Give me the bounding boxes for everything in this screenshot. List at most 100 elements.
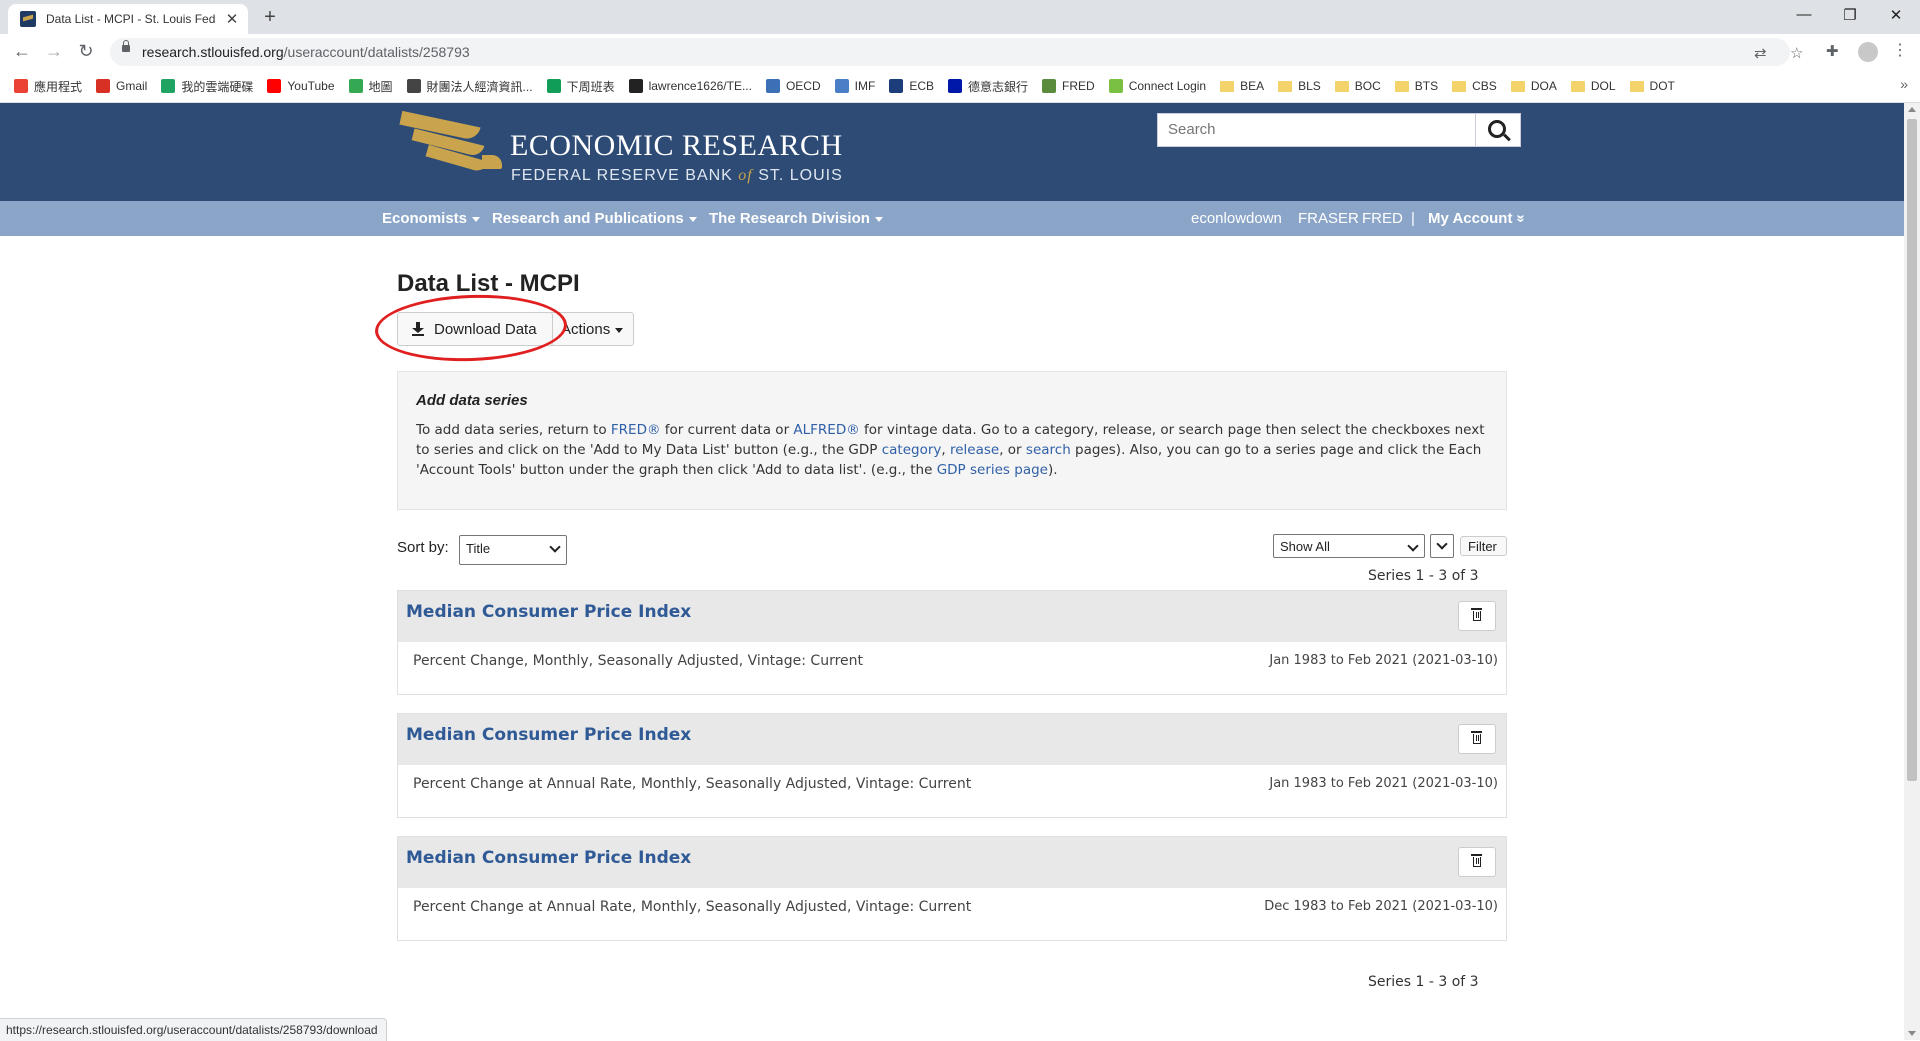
close-window-button[interactable]: ✕	[1876, 6, 1916, 24]
delete-series-button[interactable]	[1458, 724, 1496, 754]
caret-down-icon	[874, 216, 883, 222]
bookmark-item[interactable]: IMF	[834, 79, 875, 93]
address-bar[interactable]: research.stlouisfed.org/useraccount/data…	[110, 38, 1803, 66]
chevron-down-icon	[1407, 540, 1419, 552]
bookmarks-bar: 應用程式 Gmail 我的雲端硬碟 YouTube 地圖 財團法人經濟資訊... 下周班表 l…	[0, 70, 1920, 103]
bookmark-item[interactable]: CBS	[1452, 79, 1497, 93]
maximize-button[interactable]: ❐	[1830, 6, 1870, 24]
page-scrollbar[interactable]	[1904, 103, 1920, 1040]
release-link[interactable]: release	[950, 442, 999, 458]
alfred-link[interactable]: ALFRED®	[793, 422, 859, 438]
bookmark-label: lawrence1626/TE...	[648, 79, 752, 93]
bookmark-item[interactable]: Gmail	[96, 79, 147, 93]
translate-icon[interactable]: ⇄	[1754, 44, 1767, 62]
bookmarks-overflow-icon[interactable]: »	[1900, 76, 1908, 92]
scroll-up-arrow-icon[interactable]	[1908, 107, 1916, 112]
series-title-link[interactable]: Median Consumer Price Index	[406, 725, 691, 745]
nav-research-division[interactable]: The Research Division	[709, 210, 883, 227]
secondary-filter-select[interactable]	[1430, 534, 1454, 558]
show-filter-select[interactable]: Show All	[1273, 534, 1425, 558]
nav-my-account[interactable]: My Account »	[1428, 210, 1529, 227]
forward-arrow-icon[interactable]: →	[42, 41, 66, 62]
bookmark-item[interactable]: ECB	[889, 79, 934, 93]
profile-avatar[interactable]	[1858, 42, 1878, 62]
minimize-button[interactable]: —	[1784, 6, 1824, 23]
bookmark-item[interactable]: 下周班表	[546, 78, 615, 95]
info-text-1: To add data series, return to	[416, 422, 611, 438]
sort-select[interactable]: Title	[459, 535, 567, 565]
new-tab-button[interactable]: +	[258, 6, 282, 29]
nav-fred[interactable]: FRED	[1362, 210, 1403, 227]
bookmark-item[interactable]: Connect Login	[1108, 79, 1206, 93]
scrollbar-thumb[interactable]	[1907, 119, 1917, 781]
search-button[interactable]	[1475, 114, 1520, 146]
bookmark-label: BLS	[1298, 79, 1321, 93]
bookmark-label: DOL	[1590, 79, 1616, 93]
search-link[interactable]: search	[1026, 442, 1071, 458]
nav-fraser[interactable]: FRASER	[1298, 210, 1359, 227]
browser-menu-icon[interactable]: ⋮	[1892, 40, 1908, 60]
double-chevron-down-icon: »	[1512, 214, 1530, 223]
bookmark-item[interactable]: 地圖	[348, 78, 393, 95]
bookmark-label: BOC	[1354, 79, 1381, 93]
globe-icon	[406, 79, 421, 93]
reload-icon[interactable]: ↻	[74, 41, 98, 62]
ecb-icon	[889, 79, 904, 93]
extensions-puzzle-icon[interactable]: ✚	[1826, 42, 1839, 60]
scroll-down-arrow-icon[interactable]	[1908, 1031, 1916, 1036]
bookmark-item[interactable]: FRED	[1042, 79, 1095, 93]
series-title-link[interactable]: Median Consumer Price Index	[406, 602, 691, 622]
filter-button[interactable]: Filter	[1460, 536, 1507, 556]
back-arrow-icon[interactable]: ←	[10, 41, 34, 62]
series-card: Median Consumer Price Index Percent Chang…	[397, 713, 1507, 818]
bookmark-item[interactable]: DOT	[1629, 79, 1675, 93]
bookmark-item[interactable]: BLS	[1278, 79, 1321, 93]
bookmark-item[interactable]: DOL	[1570, 79, 1616, 93]
imf-icon	[834, 79, 849, 93]
bookmark-label: 地圖	[368, 79, 393, 94]
bookmark-label: FRED	[1062, 79, 1095, 93]
delete-series-button[interactable]	[1458, 601, 1496, 631]
bookmark-item[interactable]: 財團法人經濟資訊...	[406, 78, 533, 95]
browser-tabstrip: Data List - MCPI - St. Louis Fed ✕ + — ❐…	[0, 0, 1920, 34]
series-card-header: Median Consumer Price Index	[398, 837, 1506, 888]
fred-link[interactable]: FRED®	[611, 422, 661, 438]
page-title: Data List - MCPI	[397, 270, 580, 297]
bookmark-item[interactable]: 應用程式	[14, 78, 82, 95]
bookmark-item[interactable]: lawrence1626/TE...	[628, 79, 752, 93]
stlouisfed-favicon-icon	[20, 11, 36, 27]
trash-icon	[1471, 854, 1482, 867]
browser-tab[interactable]: Data List - MCPI - St. Louis Fed ✕	[8, 4, 248, 34]
nav-research-publications[interactable]: Research and Publications	[492, 210, 697, 227]
sort-select-value: Title	[466, 541, 491, 556]
bookmark-item[interactable]: YouTube	[267, 79, 335, 93]
folder-icon	[1220, 80, 1235, 92]
close-tab-icon[interactable]: ✕	[222, 10, 242, 28]
bookmark-item[interactable]: 德意志銀行	[948, 78, 1028, 95]
bookmark-item[interactable]: OECD	[765, 79, 821, 93]
bookmark-item[interactable]: DOA	[1510, 79, 1557, 93]
bookmark-item[interactable]: BTS	[1394, 79, 1438, 93]
folder-icon	[1278, 80, 1293, 92]
bookmark-star-icon[interactable]: ☆	[1790, 44, 1803, 62]
series-title-link[interactable]: Median Consumer Price Index	[406, 848, 691, 868]
nav-division-label: The Research Division	[709, 210, 870, 227]
series-card-header: Median Consumer Price Index	[398, 591, 1506, 642]
delete-series-button[interactable]	[1458, 847, 1496, 877]
bookmark-item[interactable]: BEA	[1220, 79, 1264, 93]
status-bar-url: https://research.stlouisfed.org/useracco…	[0, 1018, 387, 1041]
economic-research-logo[interactable]: ECONOMIC RESEARCH FEDERAL RESERVE BANK o…	[392, 110, 852, 193]
bookmark-label: 我的雲端硬碟	[181, 79, 254, 94]
bookmark-item[interactable]: BOC	[1334, 79, 1381, 93]
search-input[interactable]	[1166, 120, 1440, 139]
bookmark-item[interactable]: 我的雲端硬碟	[161, 78, 253, 95]
folder-icon	[1570, 80, 1585, 92]
gdp-series-page-link[interactable]: GDP series page	[937, 462, 1048, 478]
actions-text: Actions	[561, 321, 611, 338]
nav-economists[interactable]: Economists	[382, 210, 481, 227]
nav-econlowdown[interactable]: econlowdown	[1191, 210, 1282, 227]
category-link[interactable]: category	[882, 442, 942, 458]
bookmark-label: CBS	[1472, 79, 1497, 93]
sheets-icon	[546, 79, 561, 93]
series-card: Median Consumer Price Index Percent Chang…	[397, 590, 1507, 695]
